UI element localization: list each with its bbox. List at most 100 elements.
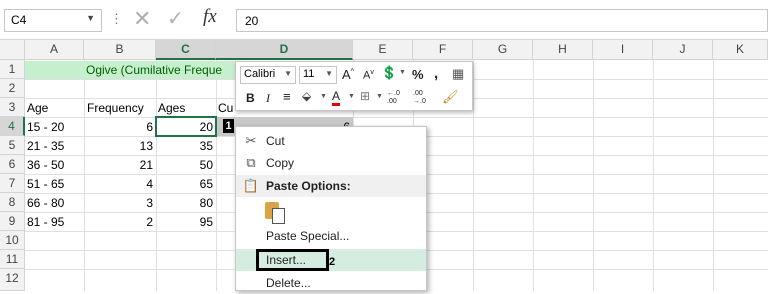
gridline <box>593 60 594 291</box>
cell-frequency[interactable]: 2 <box>84 213 153 231</box>
fill-color-icon[interactable]: ⬙ <box>302 89 311 103</box>
menu-item-label: Cut <box>266 134 285 148</box>
column-header-f[interactable]: F <box>413 40 473 60</box>
name-box[interactable]: C4 ▼ <box>4 9 102 32</box>
cell-age[interactable]: 21 - 35 <box>27 137 64 155</box>
increase-decimal-icon[interactable]: ←.0 .00 <box>387 90 409 106</box>
cell-ages[interactable]: 50 <box>156 156 213 174</box>
chevron-down-icon[interactable]: ▼ <box>320 93 327 100</box>
menu-item-cut[interactable]: ✂ Cut <box>236 130 426 152</box>
decrease-decimal-icon[interactable]: .00 →.0 <box>413 90 435 106</box>
cell-frequency[interactable]: 6 <box>84 118 153 136</box>
paste-options-header: 📋 Paste Options: <box>236 175 426 197</box>
column-header-e[interactable]: E <box>353 40 413 60</box>
chevron-down-icon[interactable]: ▼ <box>86 13 95 23</box>
cell-ages[interactable]: 95 <box>156 213 213 231</box>
column-header-k[interactable]: K <box>713 40 768 60</box>
chevron-down-icon[interactable]: ▼ <box>348 93 355 100</box>
enter-check-icon[interactable]: ✓ <box>167 6 184 31</box>
header-ages[interactable]: Ages <box>158 99 185 117</box>
format-painter-table-icon[interactable]: ▦ <box>452 66 464 82</box>
row-header-3[interactable]: 3 <box>0 98 25 117</box>
copy-icon: ⧉ <box>246 155 256 170</box>
font-color-icon[interactable]: A <box>332 89 341 106</box>
increase-font-size-icon[interactable]: A^ <box>342 67 354 82</box>
cell-age[interactable]: 66 - 80 <box>27 194 64 212</box>
formula-bar: C4 ▼ ⋮ ✕ ✓ fx 20 <box>0 0 768 40</box>
cell-ages[interactable]: 35 <box>156 137 213 155</box>
menu-item-paste-special[interactable]: Paste Special... <box>236 225 426 247</box>
mini-toolbar: Calibri ▼ 11 ▼ A^ Av 💲 ▼ % , ▦ B I ≡ ⬙ ▼… <box>235 61 473 111</box>
bold-button[interactable]: B <box>246 91 255 105</box>
format-painter-icon[interactable]: 🖌 <box>442 89 459 105</box>
row-header-4[interactable]: 4 <box>0 117 25 136</box>
gridline <box>653 60 654 291</box>
header-age[interactable]: Age <box>27 99 48 117</box>
row-header-9[interactable]: 9 <box>0 212 25 231</box>
cell-frequency[interactable]: 13 <box>84 137 153 155</box>
chevron-down-icon[interactable]: ▼ <box>325 69 333 78</box>
menu-item-label: Copy <box>266 156 295 170</box>
row-header-6[interactable]: 6 <box>0 155 25 174</box>
paste-button[interactable] <box>263 200 285 224</box>
column-header-i[interactable]: I <box>593 40 653 60</box>
gridline <box>216 60 217 291</box>
chevron-down-icon[interactable]: ▼ <box>284 69 292 78</box>
align-center-icon[interactable]: ≡ <box>283 89 291 104</box>
corner-select-all[interactable] <box>0 40 25 60</box>
annotation-marker-2: 2 <box>329 256 336 268</box>
borders-icon[interactable]: ⊞ <box>360 89 370 103</box>
cell-age[interactable]: 36 - 50 <box>27 156 64 174</box>
decrease-font-size-icon[interactable]: Av <box>363 69 374 82</box>
font-size-box[interactable]: 11 ▼ <box>299 66 337 84</box>
column-header-h[interactable]: H <box>533 40 593 60</box>
column-header-a[interactable]: A <box>25 40 84 60</box>
font-name-value: Calibri <box>244 68 276 80</box>
cell-ages[interactable]: 65 <box>156 175 213 193</box>
cell-frequency[interactable]: 4 <box>84 175 153 193</box>
cell-age[interactable]: 15 - 20 <box>27 118 64 136</box>
context-menu: ✂ Cut ⧉ Copy 📋 Paste Options: Paste Spec… <box>235 126 427 291</box>
percent-style-icon[interactable]: % <box>412 67 424 82</box>
row-header-7[interactable]: 7 <box>0 174 25 193</box>
chevron-down-icon[interactable]: ▼ <box>376 93 383 100</box>
font-color-glyph: A <box>332 89 341 106</box>
formula-input[interactable]: 20 <box>236 9 768 32</box>
menu-item-copy[interactable]: ⧉ Copy <box>236 152 426 174</box>
paste-page-icon <box>272 208 285 224</box>
column-header-c[interactable]: C <box>156 40 216 60</box>
header-cumulative[interactable]: Cu <box>218 99 233 117</box>
cell-age[interactable]: 51 - 65 <box>27 175 64 193</box>
cell-ages[interactable]: 20 <box>156 118 213 136</box>
comma-style-icon[interactable]: , <box>434 65 438 82</box>
paste-options-label: Paste Options: <box>266 179 351 193</box>
grow-font-glyph: A <box>342 67 351 82</box>
row-header-2[interactable]: 2 <box>0 79 25 98</box>
row-header-1[interactable]: 1 <box>0 60 25 79</box>
cell-age[interactable]: 81 - 95 <box>27 213 64 231</box>
more-options-icon[interactable]: ⋮ <box>110 11 123 27</box>
cell-frequency[interactable]: 3 <box>84 194 153 212</box>
annotation-highlight-box <box>256 249 329 271</box>
row-header-5[interactable]: 5 <box>0 136 25 155</box>
font-size-value: 11 <box>303 68 315 80</box>
row-header-10[interactable]: 10 <box>0 231 25 250</box>
cancel-icon[interactable]: ✕ <box>133 6 151 32</box>
accounting-format-icon[interactable]: 💲 <box>381 65 397 81</box>
row-header-8[interactable]: 8 <box>0 193 25 212</box>
column-header-g[interactable]: G <box>473 40 533 60</box>
cell-frequency[interactable]: 21 <box>84 156 153 174</box>
sheet-title[interactable]: Ogive (Cumilative Freque <box>86 61 222 79</box>
font-name-box[interactable]: Calibri ▼ <box>240 66 296 84</box>
chevron-down-icon[interactable]: ▼ <box>399 69 406 76</box>
column-header-j[interactable]: J <box>653 40 713 60</box>
cell-ages[interactable]: 80 <box>156 194 213 212</box>
gridline <box>713 60 714 291</box>
italic-button[interactable]: I <box>266 91 270 106</box>
column-header-d[interactable]: D <box>216 40 353 60</box>
row-header-12[interactable]: 12 <box>0 269 25 291</box>
column-header-b[interactable]: B <box>84 40 156 60</box>
row-header-11[interactable]: 11 <box>0 250 25 269</box>
insert-function-icon[interactable]: fx <box>203 6 217 28</box>
header-frequency[interactable]: Frequency <box>87 99 144 117</box>
